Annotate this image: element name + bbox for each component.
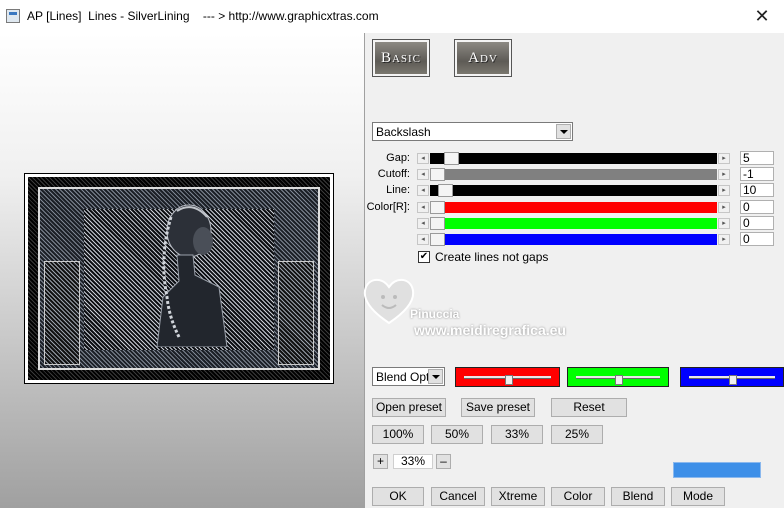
slider-value-field[interactable]: 0 <box>740 200 774 214</box>
color-button[interactable]: Color <box>551 487 605 506</box>
arrow-right-icon[interactable]: ▸ <box>718 234 730 245</box>
slider-thumb[interactable] <box>430 168 445 181</box>
slider-label: Line: <box>386 184 410 196</box>
blend-color-slider[interactable] <box>567 367 669 387</box>
slider[interactable]: ◂ ▸ <box>417 233 730 246</box>
arrow-right-icon[interactable]: ▸ <box>718 218 730 229</box>
slider-thumb[interactable] <box>443 152 459 165</box>
slider[interactable]: ◂ ▸ <box>417 168 730 181</box>
slider-track[interactable] <box>430 153 717 164</box>
arrow-left-icon[interactable]: ◂ <box>417 234 429 245</box>
xtreme-button[interactable]: Xtreme <box>491 487 545 506</box>
slider-thumb[interactable] <box>430 233 445 246</box>
blend-color-slider[interactable] <box>455 367 560 387</box>
ok-button[interactable]: OK <box>372 487 424 506</box>
slider-track[interactable] <box>430 234 717 245</box>
slider-thumb[interactable] <box>729 375 737 385</box>
app-icon <box>6 9 20 23</box>
slider-value-field[interactable]: 5 <box>740 151 774 165</box>
save-preset-button[interactable]: Save preset <box>461 398 535 417</box>
slider-thumb[interactable] <box>504 375 513 385</box>
slider-value-field[interactable]: 10 <box>740 183 774 197</box>
arrow-left-icon[interactable]: ◂ <box>417 218 429 229</box>
reset-button[interactable]: Reset <box>551 398 627 417</box>
arrow-left-icon[interactable]: ◂ <box>417 169 429 180</box>
slider-label: Color[R]: <box>366 201 410 213</box>
zoom-in-button[interactable]: + <box>373 454 388 469</box>
slider-track[interactable] <box>430 218 717 229</box>
preview-image <box>24 173 334 384</box>
zoom-25-button[interactable]: 25% <box>551 425 603 444</box>
slider[interactable]: ◂ ▸ <box>417 217 730 230</box>
slider[interactable]: ◂ ▸ <box>417 184 730 197</box>
pattern-select-value: Backslash <box>376 125 431 139</box>
slider-thumb[interactable] <box>430 217 445 230</box>
blend-options-value: Blend Opti <box>376 370 433 384</box>
zoom-33-button[interactable]: 33% <box>491 425 543 444</box>
slider-label: Cutoff: <box>377 168 410 180</box>
watermark-url: www.meidiregrafica.eu <box>414 322 566 338</box>
slider-track[interactable] <box>430 202 717 213</box>
watermark-name: Pinuccia <box>410 307 460 321</box>
slider-value-field[interactable]: 0 <box>740 216 774 230</box>
zoom-100-button[interactable]: 100% <box>372 425 424 444</box>
blend-button[interactable]: Blend <box>611 487 665 506</box>
arrow-left-icon[interactable]: ◂ <box>417 185 429 196</box>
arrow-right-icon[interactable]: ▸ <box>718 153 730 164</box>
slider-value-field[interactable]: -1 <box>740 167 774 181</box>
adv-tab-button[interactable]: Adv <box>454 39 512 77</box>
chevron-down-icon[interactable] <box>556 124 571 139</box>
zoom-50-button[interactable]: 50% <box>431 425 483 444</box>
mode-button[interactable]: Mode <box>671 487 725 506</box>
arrow-right-icon[interactable]: ▸ <box>718 202 730 213</box>
slider-thumb[interactable] <box>438 184 454 197</box>
title-bar: AP [Lines] Lines - SilverLining --- > ht… <box>0 0 784 33</box>
close-icon[interactable]: ✕ <box>740 0 784 33</box>
arrow-right-icon[interactable]: ▸ <box>718 185 730 196</box>
slider-track[interactable] <box>430 169 717 180</box>
slider-thumb[interactable] <box>615 375 623 385</box>
create-lines-checkbox[interactable]: ✔ <box>418 251 430 263</box>
zoom-value: 33% <box>393 454 433 469</box>
slider-thumb[interactable] <box>430 201 445 214</box>
portrait-figure <box>156 204 228 347</box>
slider-label: Gap: <box>386 152 410 164</box>
arrow-left-icon[interactable]: ◂ <box>417 202 429 213</box>
blend-options-select[interactable]: Blend Opti <box>372 367 445 386</box>
slider[interactable]: ◂ ▸ <box>417 201 730 214</box>
cancel-button[interactable]: Cancel <box>431 487 485 506</box>
basic-tab-button[interactable]: Basic <box>372 39 430 77</box>
slider[interactable]: ◂ ▸ <box>417 152 730 165</box>
controls-panel: Basic Adv Backslash Gap: ◂ ▸ 5 Cutoff: ◂ ▸ -1 Li… <box>365 33 784 508</box>
window-title: AP [Lines] Lines - SilverLining --- > ht… <box>27 9 379 23</box>
arrow-right-icon[interactable]: ▸ <box>718 169 730 180</box>
create-lines-label: Create lines not gaps <box>435 250 549 264</box>
pattern-select[interactable]: Backslash <box>372 122 573 141</box>
slider-track[interactable] <box>430 185 717 196</box>
slider-value-field[interactable]: 0 <box>740 232 774 246</box>
chevron-down-icon[interactable] <box>428 369 443 384</box>
color-swatch[interactable] <box>673 462 761 478</box>
arrow-left-icon[interactable]: ◂ <box>417 153 429 164</box>
zoom-out-button[interactable]: – <box>436 454 451 469</box>
blend-color-slider[interactable] <box>680 367 784 387</box>
open-preset-button[interactable]: Open preset <box>372 398 446 417</box>
